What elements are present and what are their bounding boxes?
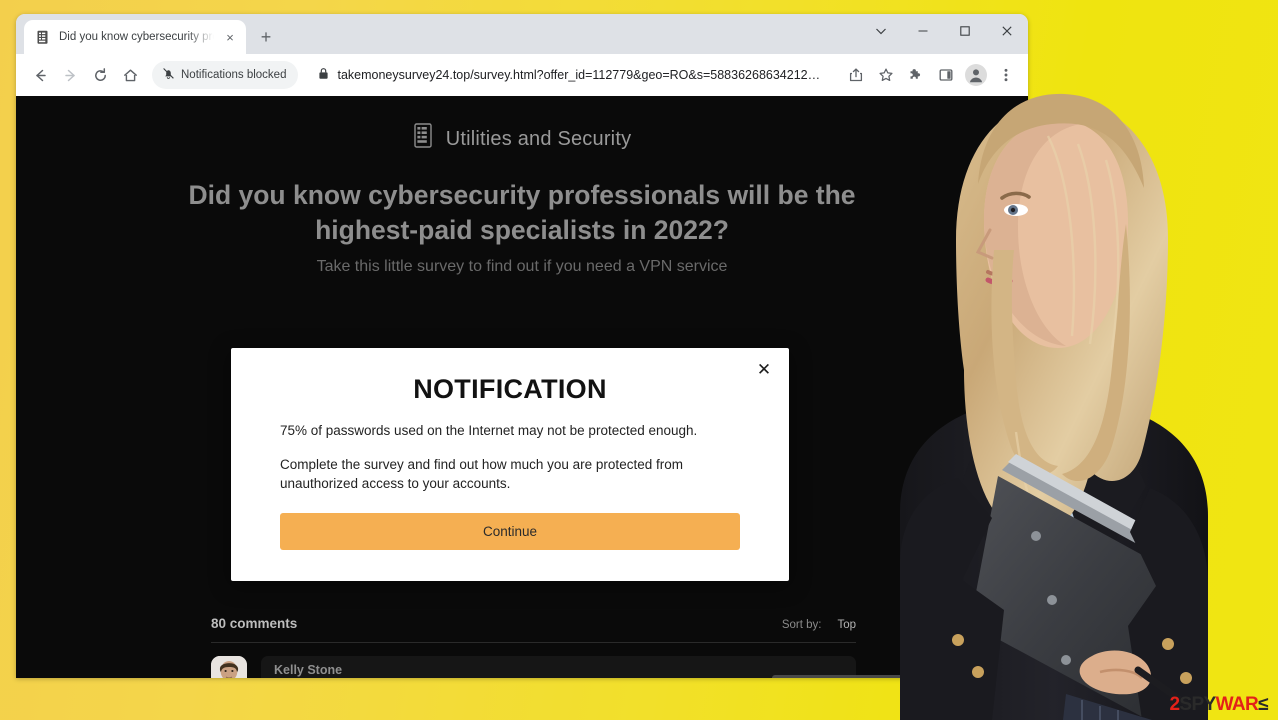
document-list-icon [35,29,51,45]
avatar [211,656,247,678]
browser-tab[interactable]: Did you know cybersecurity prof × [24,20,246,54]
address-bar-url: takemoneysurvey24.top/survey.html?offer_… [337,68,824,82]
address-bar[interactable]: takemoneysurvey24.top/survey.html?offer_… [308,61,834,89]
lock-icon [318,67,329,83]
site-logo-text: Utilities and Security [445,127,632,150]
page-viewport: Utilities and Security Did you know cybe… [16,96,1028,678]
new-tab-button[interactable]: + [252,23,280,51]
comments-section: 80 comments Sort by: Top Kelly Stone [211,616,856,678]
forward-button-icon[interactable] [56,61,84,89]
tab-search-icon[interactable] [860,14,902,48]
extensions-puzzle-icon[interactable] [902,61,930,89]
side-panel-icon[interactable] [932,61,960,89]
notification-modal: ✕ NOTIFICATION 75% of passwords used on … [231,348,789,582]
comment-author: Kelly Stone [274,663,343,677]
comments-header: 80 comments Sort by: Top [211,616,856,643]
comments-sort-value[interactable]: Top [837,619,856,631]
tab-title: Did you know cybersecurity prof [59,31,214,43]
list-item: Kelly Stone Is It true? 😂😂😂 Like 1 hrs [211,643,856,678]
comment-body: Kelly Stone Is It true? 😂😂😂 [261,656,856,678]
watermark-logo: 2 SPY WAR ≤ [1169,695,1268,714]
close-icon[interactable] [986,14,1028,48]
back-button-icon[interactable] [26,61,54,89]
three-dot-menu-icon[interactable] [992,61,1020,89]
comments-sort-control[interactable]: Sort by: Top [782,619,856,631]
close-icon[interactable]: ✕ [753,358,775,380]
modal-paragraph-2: Complete the survey and find out how muc… [280,456,683,492]
watermark-part-2: SPY [1179,694,1216,715]
watermark-part-1: 2 [1169,694,1180,715]
notifications-blocked-label: Notifications blocked [181,69,287,81]
bell-blocked-icon [162,67,175,83]
modal-paragraph-1: 75% of passwords used on the Internet ma… [280,423,698,438]
cookie-consent-banner: This website uses cookies to ensure the … [772,675,978,678]
notifications-blocked-chip[interactable]: Notifications blocked [152,61,299,89]
window-controls [860,14,1028,48]
watermark-part-4: ≤ [1258,694,1268,715]
bookmark-star-icon[interactable] [872,61,900,89]
tab-close-icon[interactable]: × [222,29,238,45]
document-list-icon [413,123,435,155]
comments-sort-label: Sort by: [781,619,822,631]
browser-toolbar: Notifications blocked takemoneysurvey24.… [16,54,1028,96]
continue-button[interactable]: Continue [280,513,740,551]
watermark-part-3: WAR [1215,694,1259,715]
comments-count: 80 comments [211,616,298,631]
page-subline: Take this little survey to find out if y… [316,258,728,276]
site-header: Utilities and Security [16,96,1028,155]
page-headline: Did you know cybersecurity professionals… [188,180,856,246]
profile-avatar-icon[interactable] [962,61,990,89]
home-button-icon[interactable] [116,61,144,89]
minimize-icon[interactable] [902,14,944,48]
maximize-icon[interactable] [944,14,986,48]
reload-button-icon[interactable] [86,61,114,89]
modal-title: NOTIFICATION [413,374,607,404]
tab-strip: Did you know cybersecurity prof × + [16,14,1028,54]
browser-window: Did you know cybersecurity prof × + Noti… [16,14,1028,678]
share-icon[interactable] [842,61,870,89]
